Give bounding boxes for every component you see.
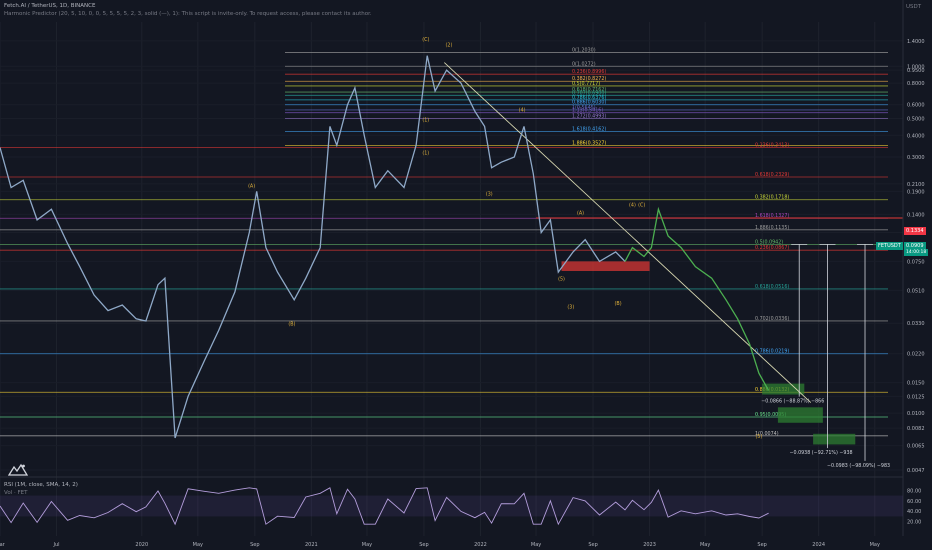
y-tick-label: 0.1400 bbox=[907, 212, 925, 218]
y-tick-label: 0.0047 bbox=[907, 468, 925, 474]
y-tick-label: 0.5000 bbox=[907, 116, 925, 122]
x-tick-label: 2022 bbox=[474, 542, 487, 548]
chart[interactable]: 0(1.2030)0(1.0272)0.236(0.8996)0.382(0.8… bbox=[0, 0, 932, 550]
wave-label: (C) bbox=[422, 37, 429, 43]
x-tick-label: Sep bbox=[757, 542, 766, 548]
tradingview-logo bbox=[8, 463, 28, 476]
x-tick-label: May bbox=[531, 542, 541, 548]
rsi-title: RSI (1M, close, SMA, 14, 2) bbox=[4, 482, 78, 488]
currency-label: USDT bbox=[906, 4, 922, 10]
rsi-tick-label: 80.00 bbox=[907, 488, 921, 494]
x-tick-label: Jul bbox=[53, 542, 60, 548]
fib-level-label: 1.886(0.3527) bbox=[572, 140, 606, 146]
wave-label: (5) bbox=[558, 277, 565, 283]
target-annotation: −0.0983 (−98.09%) −983 bbox=[827, 463, 890, 469]
target-annotation: −0.0866 (−88.87%) −866 bbox=[761, 399, 824, 405]
fib-level-label: 1.13(0.5416) bbox=[572, 108, 603, 114]
x-tick-label: Sep bbox=[419, 542, 428, 548]
wave-label: (B) bbox=[615, 301, 622, 307]
y-tick-label: 0.0330 bbox=[907, 321, 925, 327]
wave-label: (C) bbox=[638, 203, 645, 209]
wave-label: (3) bbox=[486, 191, 493, 197]
y-tick-label: 0.8000 bbox=[907, 81, 925, 87]
indicator-title: Harmonic Predictor (20, 5, 10, 0, 0, 5, … bbox=[4, 11, 372, 17]
wave-label: (3) bbox=[567, 305, 574, 311]
fib-level-label: 0(1.0272) bbox=[572, 61, 596, 67]
fib-level-label: 0.236(0.0867) bbox=[755, 245, 789, 251]
x-tick-label: Sep bbox=[588, 542, 597, 548]
price-badge-red: 0.1334 bbox=[904, 227, 926, 235]
price-badge-symbol: FETUSDT bbox=[876, 242, 903, 250]
x-tick-label: 2020 bbox=[135, 542, 148, 548]
wave-label: (B) bbox=[288, 322, 295, 328]
fib-level-label: 0.886(0.6030) bbox=[572, 100, 606, 106]
symbol-title: Fetch.AI / TetherUS, 1D, BINANCE bbox=[4, 3, 96, 9]
rsi-tick-label: 40.00 bbox=[907, 509, 921, 515]
y-tick-label: 0.3000 bbox=[907, 155, 925, 161]
wave-label: (2) bbox=[446, 43, 453, 49]
wave-label: (1) bbox=[422, 150, 429, 156]
volume-title: Vol · FET bbox=[4, 490, 28, 496]
x-tick-label: 2021 bbox=[305, 542, 318, 548]
x-tick-label: May bbox=[362, 542, 372, 548]
price-badge-time: 14:00:18 bbox=[904, 249, 929, 256]
fib-level-label: 0.786(0.0219) bbox=[755, 349, 789, 355]
y-tick-label: 1.4000 bbox=[907, 39, 925, 45]
fib-level-label: 0.702(0.0336) bbox=[755, 316, 789, 322]
fib-level-label: 0(1.2030) bbox=[572, 48, 596, 54]
x-tick-label: 2024 bbox=[812, 542, 825, 548]
y-tick-label: 0.4000 bbox=[907, 133, 925, 139]
wave-label: (4) bbox=[519, 107, 526, 113]
rsi-tick-label: 20.00 bbox=[907, 520, 921, 526]
fib-level-label: 0.236(0.3413) bbox=[755, 143, 789, 149]
x-tick-label: May bbox=[193, 542, 203, 548]
x-tick-label: Sep bbox=[250, 542, 259, 548]
y-tick-label: 0.6000 bbox=[907, 103, 925, 109]
wave-label: (1) bbox=[422, 118, 429, 124]
fib-level-label: 0.382(0.1718) bbox=[755, 195, 789, 201]
y-tick-label: 0.0750 bbox=[907, 259, 925, 265]
y-tick-label: 0.2100 bbox=[907, 182, 925, 188]
fib-level-label: 0.618(0.2329) bbox=[755, 172, 789, 178]
x-tick-label: May bbox=[700, 542, 710, 548]
y-tick-label: 0.0100 bbox=[907, 411, 925, 417]
fib-level-label: 0.618(0.0516) bbox=[755, 284, 789, 290]
y-tick-label: 0.9500 bbox=[907, 68, 925, 74]
green-zone-box bbox=[777, 407, 823, 423]
fib-level-label: 1.618(0.4162) bbox=[572, 127, 606, 133]
y-tick-label: 0.0150 bbox=[907, 381, 925, 387]
fib-level-label: 0.5(0.7717) bbox=[572, 81, 600, 87]
wave-label: (A) bbox=[577, 210, 584, 216]
green-zone-box bbox=[813, 433, 856, 445]
fib-level-label: 0.236(0.8996) bbox=[572, 69, 606, 75]
y-tick-label: 0.0510 bbox=[907, 288, 925, 294]
target-annotation: −0.0938 (−92.71%) −938 bbox=[789, 450, 852, 456]
red-zone-box bbox=[561, 261, 650, 271]
y-tick-label: 0.0220 bbox=[907, 352, 925, 358]
x-tick-label: May bbox=[870, 542, 880, 548]
wave-label: (5) bbox=[756, 434, 763, 440]
y-tick-label: 0.0125 bbox=[907, 394, 925, 400]
fib-level-label: 1.886(0.1135) bbox=[755, 225, 789, 231]
x-tick-label: 2023 bbox=[643, 542, 656, 548]
y-tick-label: 0.0065 bbox=[907, 444, 925, 450]
fib-level-label: 0.5(0.0942) bbox=[755, 239, 783, 245]
fib-level-label: 1.272(0.4993) bbox=[572, 113, 606, 119]
wave-label: (A) bbox=[248, 183, 255, 189]
rsi-tick-label: 60.00 bbox=[907, 499, 921, 505]
y-tick-label: 0.0082 bbox=[907, 426, 925, 432]
wave-label: (4) bbox=[629, 203, 636, 209]
y-tick-label: 0.1900 bbox=[907, 189, 925, 195]
